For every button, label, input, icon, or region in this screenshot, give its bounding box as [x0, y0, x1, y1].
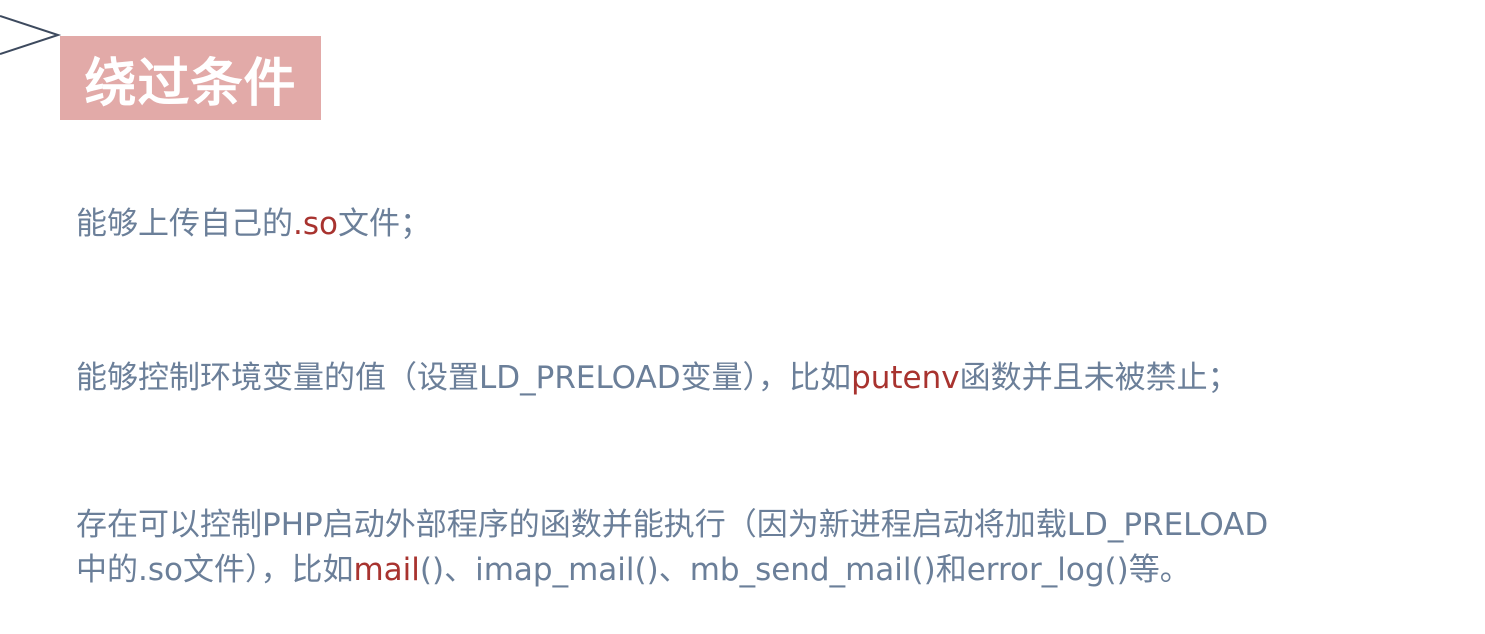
- condition-item-3: 存在可以控制PHP启动外部程序的函数并能执行（因为新进程启动将加载LD_PREL…: [76, 503, 1268, 593]
- condition-1-highlight: .so: [293, 206, 338, 242]
- condition-2-text-b: 函数并且未被禁止；: [959, 360, 1239, 396]
- condition-item-2: 能够控制环境变量的值（设置LD_PRELOAD变量），比如putenv函数并且未…: [76, 356, 1239, 401]
- condition-3-text-b: ()、imap_mail()、mb_send_mail()和error_log(…: [419, 552, 1191, 588]
- condition-3-line-1: 存在可以控制PHP启动外部程序的函数并能执行（因为新进程启动将加载LD_PREL…: [76, 507, 1269, 543]
- condition-3-highlight: mail: [353, 552, 420, 588]
- condition-2-highlight: putenv: [851, 360, 960, 396]
- condition-item-1: 能够上传自己的.so文件；: [76, 202, 431, 247]
- slide-title-box: 绕过条件: [60, 36, 321, 120]
- condition-1-text-b: 文件；: [337, 206, 431, 242]
- condition-3-text-a: 中的.so文件），比如: [76, 552, 354, 588]
- condition-1-text-a: 能够上传自己的: [76, 206, 293, 242]
- slide-title: 绕过条件: [84, 53, 297, 114]
- chevron-right-icon: [0, 15, 62, 55]
- condition-3-line-2: 中的.so文件），比如mail()、imap_mail()、mb_send_ma…: [76, 548, 1268, 593]
- condition-2-text-a: 能够控制环境变量的值（设置LD_PRELOAD变量），比如: [76, 360, 852, 396]
